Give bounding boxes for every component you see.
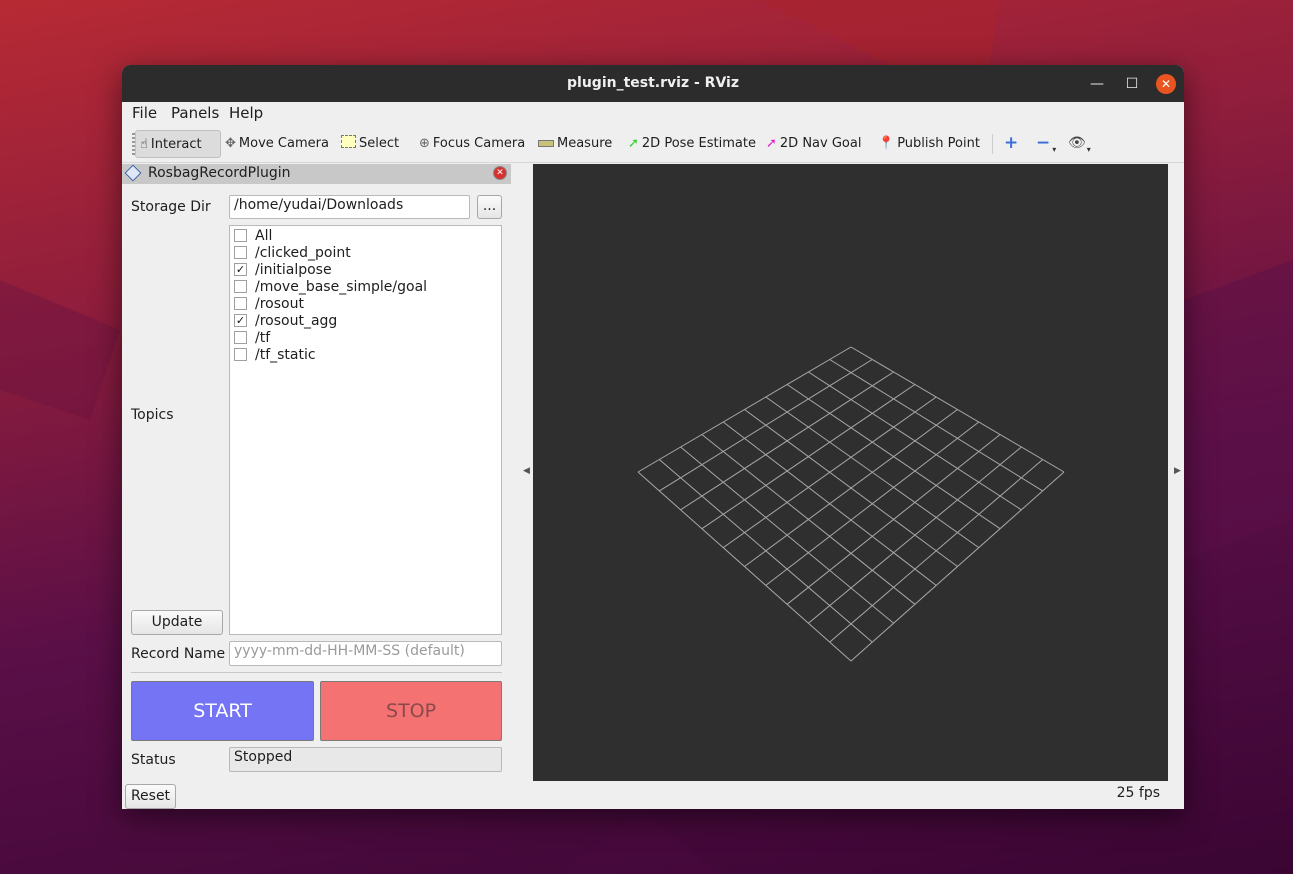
tool-move-camera[interactable]: ✥ Move Camera [225,130,329,156]
toolbar-separator [992,134,993,154]
toolbar: ☝ Interact ✥ Move Camera Select ⊕ Focus … [122,124,1184,163]
record-name-input[interactable]: yyyy-mm-dd-HH-MM-SS (default) [229,641,502,666]
tool-publish-point-label: Publish Point [897,135,980,151]
hand-pointer-icon: ☝ [140,136,148,152]
minus-icon[interactable]: − ▾ [1036,130,1056,156]
grid-line [701,434,916,605]
plus-icon[interactable]: + [1004,130,1018,156]
checkbox-checked[interactable]: ✓ [234,314,247,327]
topic-label: /initialpose [255,261,332,278]
topic-label: /move_base_simple/goal [255,278,428,295]
update-button[interactable]: Update [131,610,223,635]
move-camera-icon: ✥ [225,135,236,151]
rviz-window: plugin_test.rviz - RViz — ☐ ✕ File Panel… [122,65,1184,809]
tool-select[interactable]: Select [341,130,399,156]
topic-label: /rosout_agg [255,312,338,329]
grid-line [765,421,980,586]
topic-item-all[interactable]: All [234,227,272,244]
topic-label: /tf_static [255,346,316,363]
tool-2d-pose-estimate[interactable]: ➚ 2D Pose Estimate [628,130,756,156]
topic-item-tf[interactable]: /tf [234,329,270,346]
tool-2d-nav-goal[interactable]: ➚ 2D Nav Goal [766,130,861,156]
tool-interact[interactable]: ☝ Interact [135,130,221,158]
checkbox-checked[interactable]: ✓ [234,263,247,276]
start-button[interactable]: START [131,681,314,741]
grid-line [786,434,1001,605]
menu-file[interactable]: File [132,104,157,122]
topics-list[interactable]: All /clicked_point ✓ /initialpose /move_b… [229,225,502,635]
topic-label: All [255,227,273,244]
checkbox[interactable] [234,246,247,259]
grid-line [680,446,894,624]
topic-label: /clicked_point [255,244,351,261]
panel-close-icon[interactable]: ✕ [493,166,507,180]
checkbox[interactable] [234,297,247,310]
record-name-label: Record Name [131,646,226,662]
grid-line [808,446,1022,624]
checkbox[interactable] [234,229,247,242]
topic-item-tf-static[interactable]: /tf_static [234,346,316,363]
status-value: Stopped [229,747,502,772]
ruler-icon [538,137,554,150]
topics-label: Topics [131,407,174,423]
map-pin-icon: 📍 [878,135,895,151]
eye-icon[interactable]: 👁 ▾ [1068,130,1091,156]
grid-display [637,346,1065,662]
minimize-button[interactable]: — [1087,74,1107,94]
tool-interact-label: Interact [150,136,202,152]
topic-item-rosout-agg[interactable]: ✓ /rosout_agg [234,312,337,329]
topic-label: /tf [255,329,271,346]
title-bar: plugin_test.rviz - RViz — ☐ ✕ [122,65,1184,102]
browse-button[interactable]: ... [477,195,502,219]
fps-counter: 25 fps [1116,785,1160,801]
menu-help[interactable]: Help [229,104,263,122]
window-title: plugin_test.rviz - RViz [567,75,739,91]
grid-line [658,459,873,643]
select-box-icon [341,135,356,151]
collapse-right-arrow-icon[interactable]: ▶ [1174,466,1181,476]
tool-measure[interactable]: Measure [538,130,612,156]
reset-button[interactable]: Reset [125,784,176,809]
tool-focus-camera-label: Focus Camera [432,135,526,151]
tool-2d-pose-estimate-label: 2D Pose Estimate [641,135,756,151]
stop-button[interactable]: STOP [320,681,502,741]
status-label: Status [131,752,176,768]
grid-line [722,421,937,586]
panel-title: RosbagRecordPlugin [148,165,291,181]
close-button[interactable]: ✕ [1156,74,1176,94]
storage-dir-label: Storage Dir [131,199,211,215]
topic-item-move-base-simple-goal[interactable]: /move_base_simple/goal [234,278,427,295]
green-arrow-icon: ➚ [628,135,639,151]
tool-select-label: Select [359,135,400,151]
tool-measure-label: Measure [557,135,613,151]
magenta-arrow-icon: ➚ [766,135,777,151]
topic-label: /rosout [255,295,304,312]
tool-publish-point[interactable]: 📍 Publish Point [878,130,980,156]
topic-item-clicked-point[interactable]: /clicked_point [234,244,351,261]
panel-header: RosbagRecordPlugin ✕ [122,164,511,184]
checkbox[interactable] [234,348,247,361]
storage-dir-input[interactable]: /home/yudai/Downloads [229,195,470,219]
3d-viewport[interactable] [533,164,1168,781]
topic-item-rosout[interactable]: /rosout [234,295,304,312]
menu-bar: File Panels Help [122,102,1184,124]
tool-2d-nav-goal-label: 2D Nav Goal [779,135,862,151]
panel-diamond-icon [124,164,142,182]
tool-move-camera-label: Move Camera [238,135,329,151]
maximize-button[interactable]: ☐ [1122,74,1142,94]
tool-focus-camera[interactable]: ⊕ Focus Camera [419,130,525,156]
grid-line [829,459,1044,643]
checkbox[interactable] [234,280,247,293]
divider [131,672,502,673]
collapse-left-arrow-icon[interactable]: ◀ [523,466,530,476]
topic-item-initialpose[interactable]: ✓ /initialpose [234,261,332,278]
focus-camera-icon: ⊕ [419,135,430,151]
menu-panels[interactable]: Panels [171,104,219,122]
checkbox[interactable] [234,331,247,344]
